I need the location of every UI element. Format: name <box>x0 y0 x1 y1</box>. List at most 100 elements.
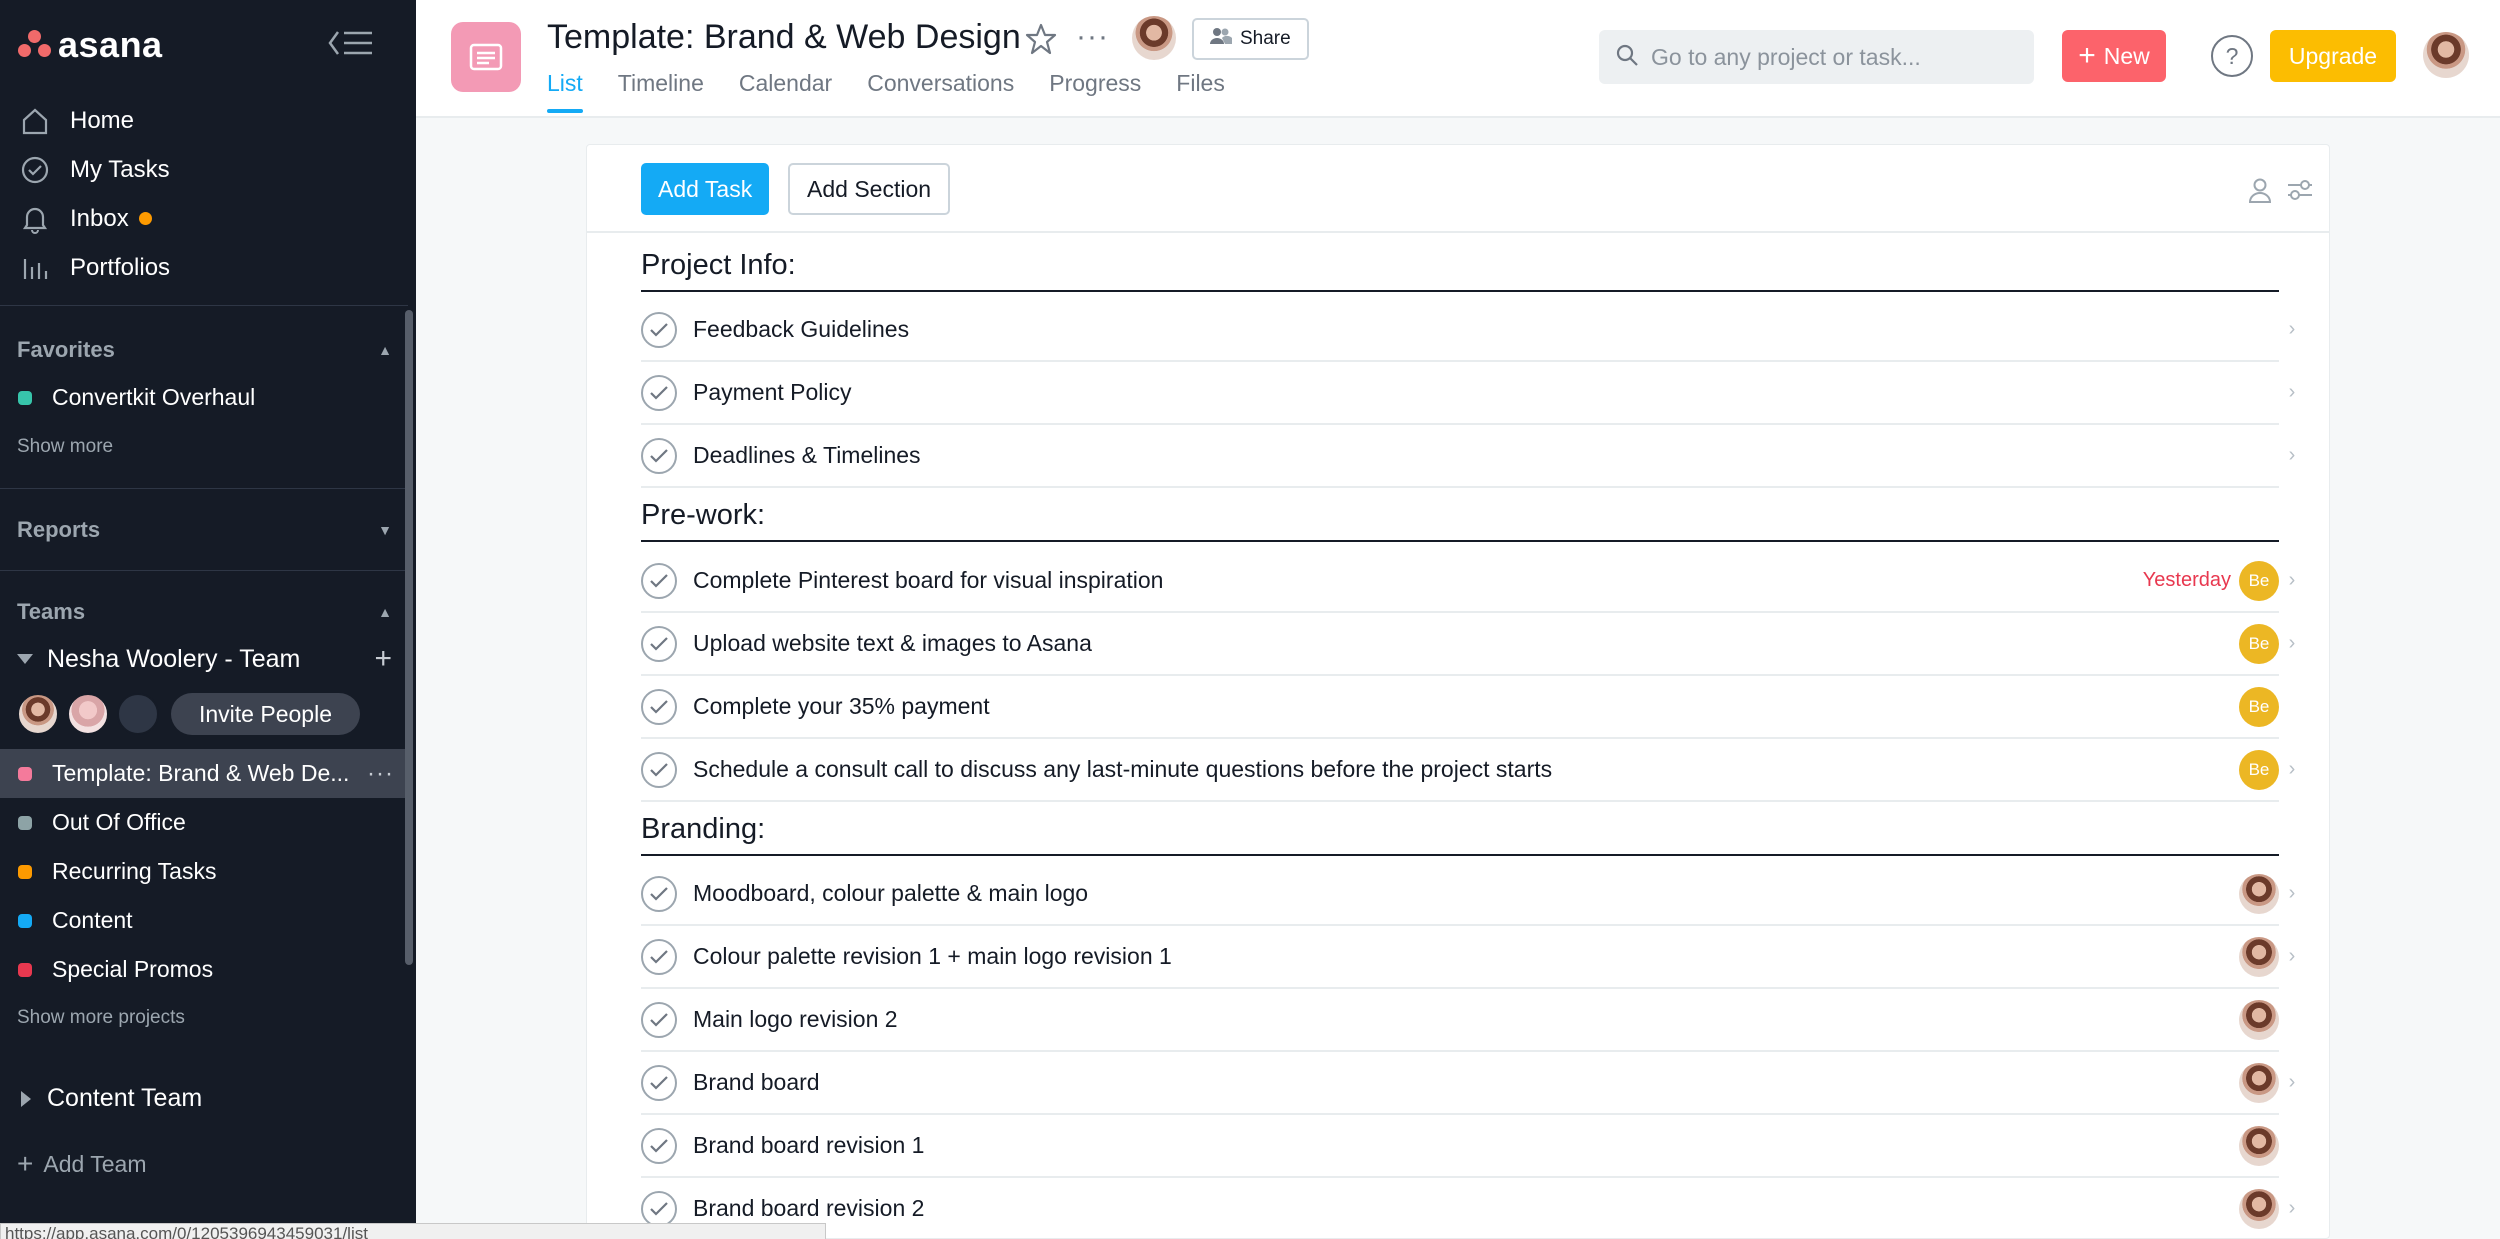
search-bar[interactable] <box>1599 30 2034 84</box>
chevron-right-icon[interactable]: › <box>2281 444 2303 467</box>
search-input[interactable] <box>1651 43 2021 71</box>
assignee-avatar[interactable] <box>2239 999 2279 1040</box>
project-more-icon[interactable]: ··· <box>1076 20 1109 54</box>
sidebar-project-special-promos[interactable]: Special Promos <box>0 945 408 994</box>
task-complete-check-icon[interactable] <box>641 562 677 599</box>
task-complete-check-icon[interactable] <box>641 374 677 411</box>
tab-list[interactable]: List <box>547 70 583 113</box>
task-complete-check-icon[interactable] <box>641 1001 677 1038</box>
task-complete-check-icon[interactable] <box>641 437 677 474</box>
chevron-right-icon[interactable]: › <box>2281 569 2303 592</box>
task-complete-check-icon[interactable] <box>641 1190 677 1227</box>
assignee-avatar[interactable]: Be <box>2239 686 2279 727</box>
task-name[interactable]: Main logo revision 2 <box>693 1006 898 1033</box>
task-complete-check-icon[interactable] <box>641 625 677 662</box>
task-complete-check-icon[interactable] <box>641 875 677 912</box>
nav-inbox[interactable]: Inbox <box>0 194 416 243</box>
task-row[interactable]: Payment Policy › <box>641 362 2295 425</box>
nav-my-tasks[interactable]: My Tasks <box>0 145 416 194</box>
task-complete-check-icon[interactable] <box>641 688 677 725</box>
chevron-right-icon[interactable]: › <box>2281 632 2303 655</box>
task-complete-check-icon[interactable] <box>641 1127 677 1164</box>
sidebar-project-content[interactable]: Content <box>0 896 408 945</box>
team-nesha-woolery[interactable]: Nesha Woolery - Team + <box>17 644 392 674</box>
member-avatar[interactable] <box>17 693 59 735</box>
add-team-button[interactable]: + Add Team <box>17 1148 147 1180</box>
favorites-show-more[interactable]: Show more <box>17 436 113 458</box>
sidebar-project-template[interactable]: Template: Brand & Web De... ··· <box>0 749 408 798</box>
assignee-avatar[interactable] <box>2239 873 2279 914</box>
chevron-right-icon[interactable]: › <box>2281 758 2303 781</box>
collapse-sidebar-icon[interactable] <box>328 28 374 58</box>
section-header[interactable]: Pre-work: <box>641 499 2279 542</box>
reports-header[interactable]: Reports ▼ <box>17 517 392 543</box>
task-name[interactable]: Upload website text & images to Asana <box>693 630 1092 657</box>
chevron-right-icon[interactable]: › <box>2281 318 2303 341</box>
add-project-plus-icon[interactable]: + <box>374 644 392 674</box>
task-row[interactable]: Complete your 35% payment Be › <box>641 676 2279 739</box>
more-options-icon[interactable]: ··· <box>367 760 394 788</box>
nav-portfolios[interactable]: Portfolios <box>0 243 416 292</box>
task-row[interactable]: Schedule a consult call to discuss any l… <box>641 739 2295 802</box>
task-row[interactable]: Main logo revision 2 › <box>641 989 2279 1052</box>
task-row[interactable]: Brand board › <box>641 1052 2295 1115</box>
show-more-projects[interactable]: Show more projects <box>17 1007 185 1029</box>
assignee-avatar[interactable]: Be <box>2239 749 2279 790</box>
assignee-avatar[interactable] <box>2239 1062 2279 1103</box>
project-list-icon[interactable] <box>451 22 521 92</box>
person-icon[interactable] <box>2245 175 2275 205</box>
tab-calendar[interactable]: Calendar <box>739 70 832 113</box>
user-avatar[interactable] <box>2423 32 2469 78</box>
task-name[interactable]: Feedback Guidelines <box>693 316 909 343</box>
assignee-avatar[interactable] <box>2239 936 2279 977</box>
new-button[interactable]: + New <box>2062 30 2166 82</box>
task-name[interactable]: Brand board <box>693 1069 820 1096</box>
filter-settings-icon[interactable] <box>2285 175 2315 205</box>
project-owner-avatar[interactable] <box>1132 16 1176 60</box>
task-name[interactable]: Colour palette revision 1 + main logo re… <box>693 943 1172 970</box>
chevron-right-icon[interactable]: › <box>2281 381 2303 404</box>
section-header[interactable]: Project Info: <box>641 249 2279 292</box>
task-due-date[interactable]: Yesterday <box>2143 569 2231 592</box>
task-row[interactable]: Brand board revision 1 › <box>641 1115 2279 1178</box>
favorite-item[interactable]: Convertkit Overhaul <box>0 373 408 422</box>
member-avatar[interactable] <box>117 693 159 735</box>
task-name[interactable]: Complete Pinterest board for visual insp… <box>693 567 1163 594</box>
sidebar-project-out-of-office[interactable]: Out Of Office <box>0 798 408 847</box>
asana-logo[interactable]: asana <box>18 24 163 66</box>
task-row[interactable]: Colour palette revision 1 + main logo re… <box>641 926 2295 989</box>
task-complete-check-icon[interactable] <box>641 938 677 975</box>
task-name[interactable]: Deadlines & Timelines <box>693 442 921 469</box>
assignee-avatar[interactable] <box>2239 1125 2279 1166</box>
section-header[interactable]: Branding: <box>641 813 2279 856</box>
star-icon[interactable] <box>1024 22 1058 56</box>
assignee-avatar[interactable]: Be <box>2239 623 2279 664</box>
favorites-header[interactable]: Favorites ▲ <box>17 337 392 363</box>
team-content-team[interactable]: Content Team <box>17 1084 392 1113</box>
add-section-button[interactable]: Add Section <box>788 163 951 215</box>
assignee-avatar[interactable] <box>2239 1188 2279 1229</box>
tab-conversations[interactable]: Conversations <box>867 70 1014 113</box>
chevron-right-icon[interactable]: › <box>2281 945 2303 968</box>
task-row[interactable]: Brand board revision 2 › <box>641 1178 2295 1238</box>
task-complete-check-icon[interactable] <box>641 311 677 348</box>
tab-progress[interactable]: Progress <box>1049 70 1141 113</box>
task-row[interactable]: Upload website text & images to Asana Be… <box>641 613 2295 676</box>
task-complete-check-icon[interactable] <box>641 1064 677 1101</box>
upgrade-button[interactable]: Upgrade <box>2270 30 2396 82</box>
task-name[interactable]: Complete your 35% payment <box>693 693 990 720</box>
task-name[interactable]: Brand board revision 2 <box>693 1195 924 1222</box>
add-task-button[interactable]: Add Task <box>641 163 770 215</box>
tab-timeline[interactable]: Timeline <box>618 70 704 113</box>
share-button[interactable]: Share <box>1192 18 1309 60</box>
task-row[interactable]: Moodboard, colour palette & main logo › <box>641 863 2295 926</box>
sidebar-scrollbar[interactable] <box>405 310 413 965</box>
task-name[interactable]: Schedule a consult call to discuss any l… <box>693 756 1552 783</box>
task-row[interactable]: Feedback Guidelines › <box>641 299 2295 362</box>
task-row[interactable]: Complete Pinterest board for visual insp… <box>641 550 2295 613</box>
chevron-right-icon[interactable]: › <box>2281 882 2303 905</box>
nav-home[interactable]: Home <box>0 96 416 145</box>
sidebar-project-recurring-tasks[interactable]: Recurring Tasks <box>0 847 408 896</box>
chevron-right-icon[interactable]: › <box>2281 1071 2303 1094</box>
task-name[interactable]: Moodboard, colour palette & main logo <box>693 880 1088 907</box>
